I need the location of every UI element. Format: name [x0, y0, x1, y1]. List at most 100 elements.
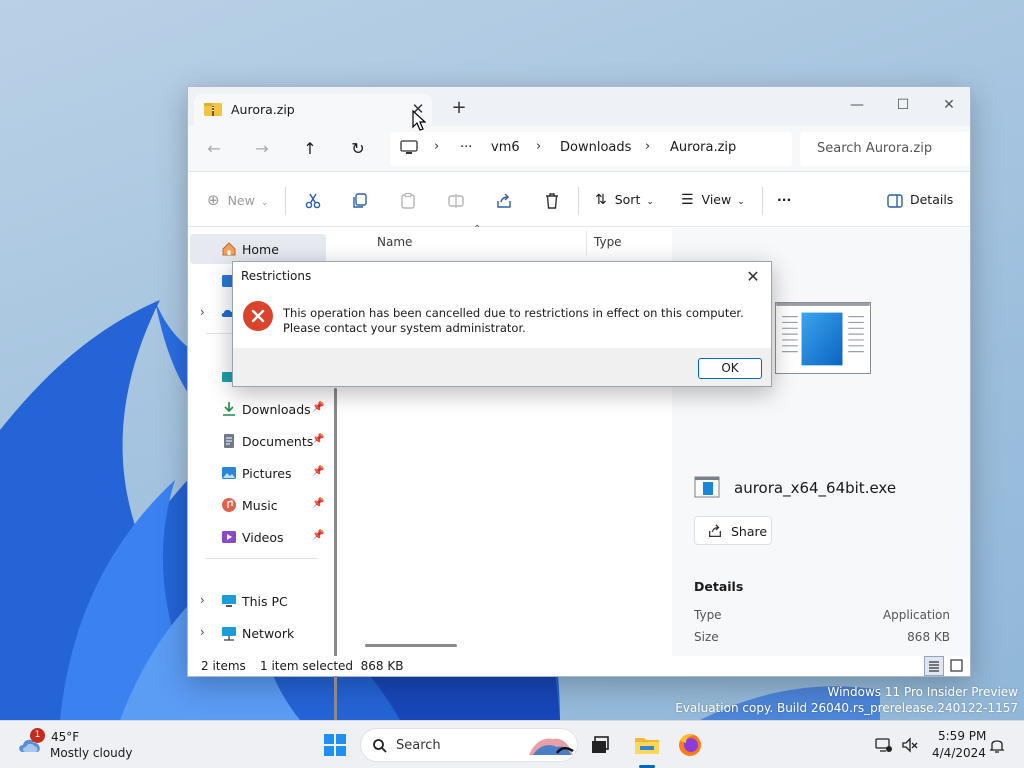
trash-icon	[546, 192, 558, 209]
close-window-button[interactable]: ✕	[926, 91, 972, 119]
copy-button[interactable]	[351, 188, 369, 212]
nav-item-videos[interactable]: Videos 📌	[188, 526, 338, 550]
scissors-icon	[305, 193, 321, 208]
copy-icon	[353, 192, 367, 208]
breadcrumb-vm6[interactable]: vm6	[491, 140, 520, 155]
cut-button[interactable]	[304, 188, 322, 212]
add-circle-icon: ⊕	[207, 191, 220, 209]
column-header-name[interactable]: Name	[377, 235, 412, 249]
firefox-icon[interactable]	[674, 729, 706, 761]
breadcrumb-aurora-zip[interactable]: Aurora.zip	[670, 140, 736, 155]
chevron-down-icon: ⌄	[260, 198, 269, 208]
error-icon	[243, 301, 273, 331]
pin-icon: 📌	[312, 466, 325, 477]
breadcrumb-downloads[interactable]: Downloads	[560, 140, 631, 155]
sort-button[interactable]: ⇅ Sort ⌄	[595, 188, 654, 212]
pin-icon: 📌	[312, 434, 325, 445]
nav-scrollbar[interactable]	[334, 388, 337, 748]
zip-folder-icon	[204, 103, 222, 116]
title-bar: Aurora.zip ✕ + — ☐ ✕	[188, 87, 970, 126]
network-status-icon[interactable]	[875, 736, 893, 754]
exe-file-icon	[694, 476, 720, 498]
clipboard-icon	[401, 192, 415, 209]
tab-aurora-zip[interactable]: Aurora.zip ✕	[194, 94, 432, 126]
view-button[interactable]: ☰ View ⌄	[681, 188, 745, 212]
share-icon	[497, 193, 511, 208]
new-tab-button[interactable]: +	[448, 97, 470, 119]
view-icon: ☰	[681, 192, 694, 208]
nav-network-label: Network	[242, 626, 295, 641]
column-header-type[interactable]: Type	[594, 235, 622, 249]
breadcrumb-ellipsis[interactable]: ···	[460, 140, 472, 155]
nav-item-network[interactable]: › Network	[188, 622, 338, 646]
tiles-view-button[interactable]	[947, 656, 967, 676]
nav-pictures-label: Pictures	[242, 466, 292, 481]
details-heading: Details	[694, 579, 744, 594]
notifications-icon[interactable]	[988, 736, 1006, 754]
share-button[interactable]: Share	[694, 516, 772, 545]
horizontal-scrollbar[interactable]	[365, 644, 457, 647]
file-explorer-taskbar-icon[interactable]	[631, 729, 663, 761]
details-size-value: 868 KB	[907, 630, 950, 644]
nav-item-pictures[interactable]: Pictures 📌	[188, 462, 338, 486]
task-view-icon[interactable]	[584, 729, 616, 761]
share-icon	[709, 524, 721, 537]
details-pane-button[interactable]: Details	[886, 188, 953, 212]
nav-downloads-label: Downloads	[242, 402, 311, 417]
clock-date[interactable]: 4/4/2024	[932, 746, 986, 760]
chevron-right-icon: ›	[200, 625, 205, 639]
share-toolbar-button[interactable]	[495, 188, 513, 212]
nav-this-pc-label: This PC	[242, 594, 288, 609]
minimize-button[interactable]: —	[834, 91, 880, 119]
start-button[interactable]	[319, 729, 351, 761]
dialog-close-button[interactable]: ✕	[741, 265, 765, 289]
ok-button[interactable]: OK	[698, 358, 762, 379]
status-item-count: 2 items	[201, 659, 246, 673]
download-icon	[223, 402, 235, 416]
search-highlight-art	[529, 738, 574, 755]
new-label: New	[227, 193, 255, 208]
nav-item-documents[interactable]: Documents 📌	[188, 430, 338, 454]
notification-badge: 1	[30, 728, 45, 743]
navigation-bar: ← → ↑ ↻ › ··· vm6 › Downloads › Aurora.z…	[188, 126, 970, 172]
rename-button[interactable]	[447, 188, 465, 212]
clock-time[interactable]: 5:59 PM	[938, 729, 986, 743]
back-button[interactable]: ←	[201, 136, 227, 162]
pin-icon: 📌	[312, 498, 325, 509]
paste-button[interactable]	[399, 188, 417, 212]
nav-item-music[interactable]: Music 📌	[188, 494, 338, 518]
chevron-right-icon: ›	[434, 139, 440, 154]
more-options-button[interactable]: ···	[777, 188, 791, 212]
maximize-button[interactable]: ☐	[880, 91, 926, 119]
home-icon	[222, 242, 236, 256]
taskbar-search[interactable]: Search	[360, 728, 578, 762]
refresh-button[interactable]: ↻	[345, 136, 371, 162]
nav-item-this-pc[interactable]: › This PC	[188, 590, 338, 614]
dialog-footer: OK	[233, 348, 771, 386]
taskbar: 1 45°F Mostly cloudy Search 5:59 PM 4/4/…	[0, 720, 1024, 768]
speaker-muted-icon[interactable]	[901, 736, 919, 754]
nav-videos-label: Videos	[242, 530, 284, 545]
details-type-value: Application	[882, 608, 950, 622]
forward-button[interactable]: →	[249, 136, 275, 162]
delete-button[interactable]	[543, 188, 561, 212]
dialog-title: Restrictions	[241, 269, 312, 283]
tiles-view-icon	[950, 659, 963, 672]
sort-icon: ⇅	[595, 192, 607, 208]
view-label: View	[701, 192, 732, 207]
watermark-line-1: Windows 11 Pro Insider Preview	[827, 685, 1018, 699]
mouse-pointer-icon	[412, 110, 426, 131]
nav-item-home[interactable]: Home	[188, 238, 338, 262]
details-view-button[interactable]	[924, 656, 944, 676]
restrictions-dialog: Restrictions ✕ This operation has been c…	[232, 261, 772, 387]
search-input[interactable]: Search Aurora.zip	[800, 132, 970, 166]
command-bar: ⊕ New ⌄ ⇅ Sort ⌄ ☰ View ⌄ ··· Details	[188, 173, 970, 227]
address-bar[interactable]: › ··· vm6 › Downloads › Aurora.zip	[390, 132, 792, 166]
chevron-right-icon: ›	[645, 139, 651, 154]
taskbar-search-label: Search	[396, 738, 441, 753]
chevron-right-icon: ›	[200, 593, 205, 607]
up-button[interactable]: ↑	[297, 136, 323, 162]
new-button[interactable]: ⊕ New ⌄	[207, 188, 268, 212]
music-icon	[222, 498, 236, 512]
nav-item-downloads[interactable]: Downloads 📌	[188, 398, 338, 422]
